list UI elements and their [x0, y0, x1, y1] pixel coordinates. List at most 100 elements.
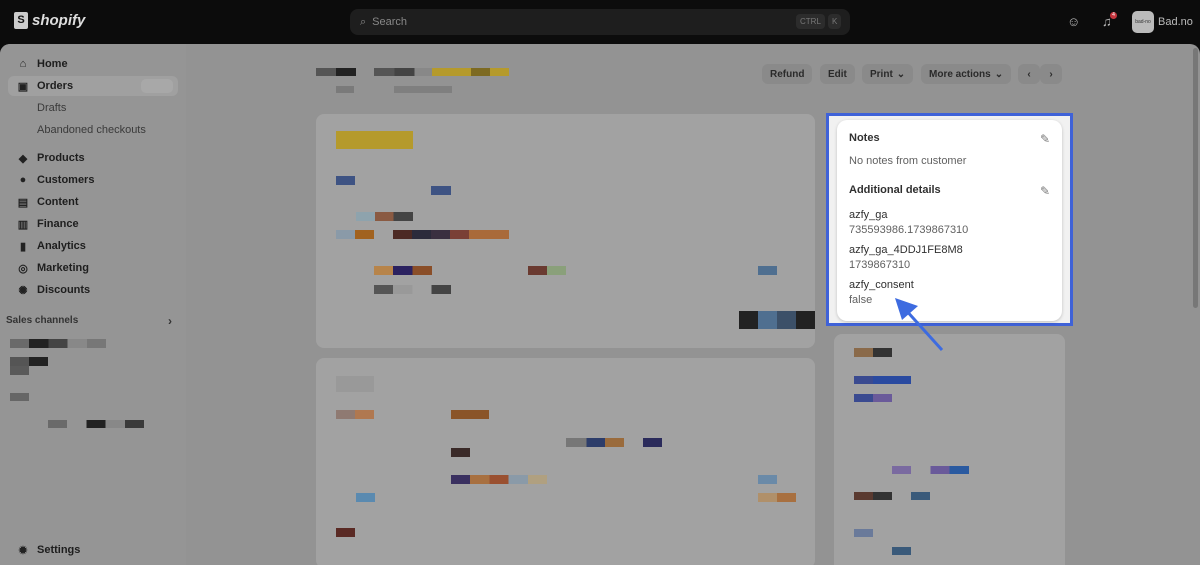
sidebar-item-products[interactable]: ◆ Products — [8, 148, 178, 168]
redacted-item — [336, 176, 355, 185]
gear-icon: ✹ — [18, 544, 28, 557]
redacted-item — [431, 186, 451, 195]
label: Settings — [37, 544, 81, 556]
previous-order-button[interactable]: ‹ — [1018, 64, 1040, 84]
redacted-status — [336, 131, 413, 149]
sidebar-item-content[interactable]: ▤ Content — [8, 192, 178, 212]
redacted-address — [854, 529, 873, 537]
chevron-down-icon: ⌄ — [994, 68, 1004, 80]
redacted-line — [451, 448, 470, 457]
fulfillment-card — [316, 114, 815, 348]
redacted-order-status — [374, 68, 509, 76]
chevron-down-icon: ⌄ — [896, 68, 906, 80]
sales-channels-header[interactable]: Sales channels › — [6, 314, 176, 328]
store-name[interactable]: Bad.no — [1158, 16, 1193, 28]
redacted-line — [758, 475, 777, 484]
redacted-channel — [10, 366, 29, 375]
label: Content — [37, 196, 79, 208]
tag-icon: ◆ — [18, 152, 28, 165]
shortcut-ctrl: CTRL — [796, 14, 825, 29]
bank-icon: ▥ — [17, 218, 29, 231]
redacted-line — [451, 410, 489, 419]
label: Discounts — [37, 284, 91, 296]
label: Marketing — [37, 262, 89, 274]
redacted-date — [336, 86, 354, 93]
notes-title: Notes — [849, 132, 880, 144]
shopify-bag-icon: S — [14, 12, 28, 29]
payment-card — [316, 358, 815, 565]
redacted-total — [739, 311, 815, 329]
redacted-customer — [854, 348, 892, 357]
sidebar-item-settings[interactable]: ✹ Settings — [8, 540, 178, 560]
redacted-line — [566, 438, 701, 447]
edit-button[interactable]: Edit — [820, 64, 855, 84]
label: Sales channels — [6, 315, 79, 326]
image-icon: ▤ — [17, 196, 29, 209]
chevron-left-icon: ‹ — [1027, 68, 1031, 80]
label: Home — [37, 58, 68, 70]
redacted-line — [336, 410, 374, 419]
target-icon: ◎ — [18, 262, 28, 275]
store-avatar[interactable]: bad-no — [1132, 11, 1154, 33]
sidebar-item-analytics[interactable]: ▮ Analytics — [8, 236, 178, 256]
redacted-channel — [10, 357, 48, 366]
label: Drafts — [37, 102, 67, 114]
redacted-item — [374, 285, 451, 294]
detail-value: 1739867310 — [849, 259, 911, 271]
refund-button[interactable]: Refund — [762, 64, 813, 84]
label: More actions — [929, 68, 991, 80]
redacted-channel — [48, 420, 144, 428]
redacted-address — [854, 492, 892, 500]
label: Finance — [37, 218, 79, 230]
sidebar-item-home[interactable]: ⌂ Home — [8, 54, 178, 74]
sidebar-item-discounts[interactable]: ✺ Discounts — [8, 280, 178, 300]
redacted-line — [356, 493, 375, 502]
next-order-button[interactable]: › — [1040, 64, 1062, 84]
additional-details-title: Additional details — [849, 184, 941, 196]
search-input[interactable]: ⌕ Search CTRL K — [350, 9, 850, 35]
redacted-item — [374, 266, 432, 275]
chevron-right-icon: › — [1049, 68, 1053, 80]
detail-key: azfy_consent — [849, 279, 914, 291]
print-button[interactable]: Print ⌄ — [862, 64, 914, 84]
redacted-address — [892, 466, 969, 474]
sidebar-item-customers[interactable]: ● Customers — [8, 170, 178, 190]
edit-details-pencil-icon[interactable]: ✎ — [1040, 184, 1050, 198]
customer-card — [834, 334, 1065, 565]
sidebar-item-drafts[interactable]: Drafts — [8, 98, 178, 118]
sidebar-item-abandoned-checkouts[interactable]: Abandoned checkouts — [8, 120, 178, 140]
edit-notes-pencil-icon[interactable]: ✎ — [1040, 132, 1050, 146]
label: Products — [37, 152, 85, 164]
sidekick-icon[interactable]: ☺ — [1067, 14, 1080, 29]
person-icon: ● — [19, 174, 27, 186]
label: Customers — [37, 174, 95, 186]
redacted-item — [528, 266, 566, 275]
notification-badge: 4 — [1110, 12, 1117, 19]
redacted-address — [892, 547, 911, 555]
redacted-order-title — [316, 68, 356, 76]
redacted-customer — [854, 376, 911, 384]
redacted-line — [451, 475, 547, 484]
orders-count-badge — [141, 79, 173, 93]
sidebar-item-marketing[interactable]: ◎ Marketing — [8, 258, 178, 278]
bar-chart-icon: ▮ — [19, 240, 27, 253]
search-placeholder: Search — [372, 16, 408, 28]
scrollbar[interactable] — [1193, 48, 1198, 308]
redacted-item — [758, 266, 777, 275]
sidebar: ⌂ Home ▣ Orders Drafts Abandoned checkouts… — [0, 44, 186, 565]
discount-icon: ✺ — [18, 284, 28, 297]
sidebar-item-finance[interactable]: ▥ Finance — [8, 214, 178, 234]
notes-card: Notes ✎ No notes from customer Additional… — [837, 120, 1062, 321]
redacted-item — [336, 230, 509, 239]
redacted-line — [336, 528, 355, 537]
shopify-logo[interactable]: Sshopify — [14, 12, 85, 29]
redacted-title — [336, 376, 374, 392]
label: Abandoned checkouts — [37, 124, 146, 136]
detail-key: azfy_ga_4DDJ1FE8M8 — [849, 244, 963, 256]
app-shell: ⌂ Home ▣ Orders Drafts Abandoned checkouts… — [0, 44, 1200, 565]
inbox-icon: ▣ — [17, 80, 29, 93]
annotation-arrow-icon — [895, 298, 944, 352]
more-actions-button[interactable]: More actions ⌄ — [921, 64, 1012, 84]
redacted-date — [394, 86, 452, 93]
sidebar-item-orders[interactable]: ▣ Orders — [8, 76, 178, 96]
